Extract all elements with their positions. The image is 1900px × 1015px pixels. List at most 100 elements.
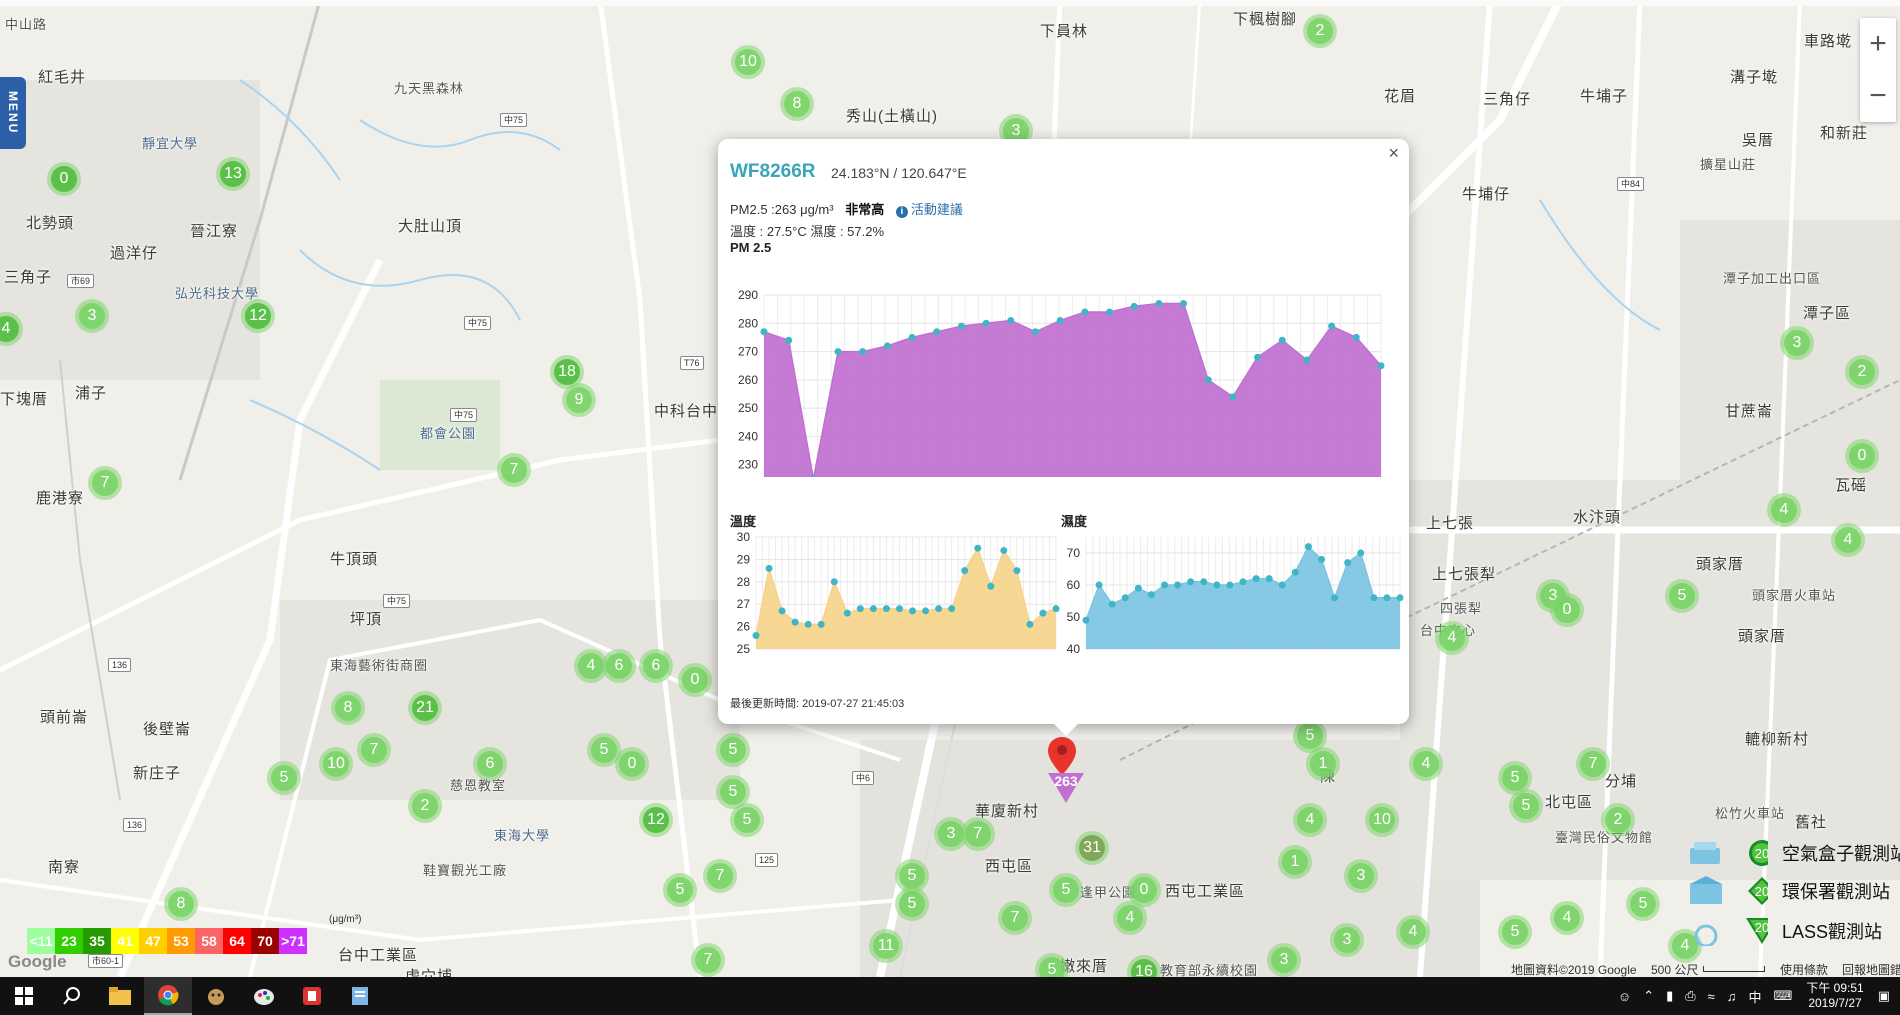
- paint-app-icon[interactable]: [240, 977, 288, 1015]
- zoom-in-button[interactable]: +: [1860, 18, 1896, 70]
- station-cluster[interactable]: 2: [1601, 803, 1635, 837]
- terms-link[interactable]: 使用條款: [1780, 961, 1828, 977]
- station-cluster[interactable]: 7: [357, 733, 391, 767]
- station-legend-epa[interactable]: 20 環保署觀測站: [1690, 876, 1890, 906]
- station-cluster[interactable]: 5: [1665, 579, 1699, 613]
- station-cluster[interactable]: 4: [1831, 523, 1865, 557]
- lass-station-icon: 20: [1694, 918, 1768, 946]
- station-legend-airbox[interactable]: 20 空氣盒子觀測站: [1690, 838, 1900, 868]
- station-cluster[interactable]: 13: [216, 157, 250, 191]
- station-cluster[interactable]: 7: [88, 466, 122, 500]
- station-cluster[interactable]: 7: [497, 453, 531, 487]
- station-cluster[interactable]: 3: [1267, 943, 1301, 977]
- station-cluster[interactable]: 1: [1306, 747, 1340, 781]
- station-cluster[interactable]: 0: [47, 162, 81, 196]
- station-cluster[interactable]: 10: [1365, 803, 1399, 837]
- windows-start-icon[interactable]: [0, 977, 48, 1015]
- app-icon-mascot[interactable]: [192, 977, 240, 1015]
- station-cluster[interactable]: 5: [1049, 873, 1083, 907]
- station-cluster[interactable]: 12: [639, 803, 673, 837]
- station-cluster[interactable]: 6: [602, 649, 636, 683]
- people-icon[interactable]: ☺: [1618, 989, 1631, 1004]
- battery-icon[interactable]: ▮: [1666, 988, 1673, 1004]
- station-cluster[interactable]: 4: [1767, 493, 1801, 527]
- station-cluster[interactable]: 8: [780, 87, 814, 121]
- cluster-count: 5: [1039, 957, 1065, 977]
- station-cluster[interactable]: 8: [331, 691, 365, 725]
- printer-icon[interactable]: ⎙: [1685, 988, 1695, 1004]
- chrome-icon[interactable]: [144, 977, 192, 1015]
- station-cluster[interactable]: 6: [473, 747, 507, 781]
- station-cluster[interactable]: 4: [1113, 901, 1147, 935]
- station-cluster[interactable]: 4: [1293, 803, 1327, 837]
- red-app-icon[interactable]: [288, 977, 336, 1015]
- station-cluster[interactable]: 0: [1845, 439, 1879, 473]
- station-cluster[interactable]: 5: [1509, 789, 1543, 823]
- lass-badge: 20: [1755, 920, 1768, 935]
- place-label: 大肚山頂: [398, 218, 463, 235]
- station-cluster[interactable]: 0: [615, 747, 649, 781]
- y-tick-label: 28: [737, 575, 751, 589]
- cluster-count: 4: [1117, 905, 1143, 931]
- notifications-icon[interactable]: ▣: [1878, 988, 1890, 1004]
- station-cluster[interactable]: 5: [895, 887, 929, 921]
- place-label: 和新莊: [1820, 125, 1869, 142]
- station-cluster[interactable]: 5: [1498, 915, 1532, 949]
- station-cluster[interactable]: 8: [164, 887, 198, 921]
- chevron-up-icon[interactable]: ⌃: [1643, 988, 1654, 1004]
- road-shield: 136: [123, 818, 147, 832]
- station-cluster[interactable]: 7: [961, 817, 995, 851]
- station-cluster[interactable]: 31: [1075, 831, 1109, 865]
- search-icon[interactable]: [48, 977, 96, 1015]
- network-icon[interactable]: ≈: [1708, 989, 1715, 1004]
- zoom-out-button[interactable]: −: [1860, 70, 1896, 122]
- station-cluster[interactable]: 5: [267, 761, 301, 795]
- station-cluster[interactable]: 0: [678, 663, 712, 697]
- station-cluster[interactable]: 5: [716, 733, 750, 767]
- notepad-app-icon[interactable]: [336, 977, 384, 1015]
- place-label: 甘蔗崙: [1725, 403, 1774, 420]
- station-cluster[interactable]: 3: [1344, 859, 1378, 893]
- station-cluster[interactable]: 4: [1550, 901, 1584, 935]
- station-cluster[interactable]: 4: [1435, 621, 1469, 655]
- cluster-count: 7: [501, 457, 527, 483]
- station-legend-lass[interactable]: 20 LASS觀測站: [1690, 916, 1882, 946]
- station-cluster[interactable]: 6: [639, 649, 673, 683]
- ime-indicator[interactable]: 中: [1749, 987, 1762, 1006]
- station-cluster[interactable]: 3: [1780, 326, 1814, 360]
- volume-icon[interactable]: ♫: [1727, 989, 1737, 1004]
- station-cluster[interactable]: 5: [1626, 887, 1660, 921]
- station-cluster[interactable]: 5: [663, 873, 697, 907]
- station-legend-label: 環保署觀測站: [1782, 882, 1890, 902]
- menu-button[interactable]: MENU: [0, 77, 26, 149]
- station-cluster[interactable]: 10: [319, 747, 353, 781]
- activity-advice-link[interactable]: i 活動建議: [895, 202, 963, 218]
- cluster-count: 4: [1554, 905, 1580, 931]
- station-cluster[interactable]: 12: [241, 299, 275, 333]
- station-cluster[interactable]: 10: [731, 45, 765, 79]
- station-cluster[interactable]: 2: [408, 789, 442, 823]
- station-cluster[interactable]: 11: [869, 929, 903, 963]
- station-cluster[interactable]: 4: [1396, 915, 1430, 949]
- station-cluster[interactable]: 7: [691, 943, 725, 977]
- station-cluster[interactable]: 3: [75, 299, 109, 333]
- station-cluster[interactable]: 7: [1576, 747, 1610, 781]
- station-cluster[interactable]: 2: [1303, 14, 1337, 48]
- station-cluster[interactable]: 7: [703, 859, 737, 893]
- station-cluster[interactable]: 2: [1845, 355, 1879, 389]
- close-popup-button[interactable]: ×: [1388, 143, 1399, 164]
- station-cluster[interactable]: 1: [1278, 845, 1312, 879]
- station-cluster[interactable]: 21: [408, 691, 442, 725]
- station-cluster[interactable]: 4: [1409, 747, 1443, 781]
- map-canvas[interactable]: 中山路 紅毛井 靜宜大學 北勢頭 晉江寮 過洋仔 三角子 弘光科技大學 浦子 下塊厝 鹿港寮 九天黑森…: [0, 0, 1900, 977]
- station-cluster[interactable]: 0: [1550, 593, 1584, 627]
- station-cluster[interactable]: 7: [998, 901, 1032, 935]
- station-cluster[interactable]: 5: [730, 803, 764, 837]
- taskbar-clock[interactable]: 下午 09:51 2019/7/27: [1806, 981, 1863, 1011]
- cluster-count: 2: [1849, 359, 1875, 385]
- station-cluster[interactable]: 3: [1330, 923, 1364, 957]
- report-map-error-link[interactable]: 回報地圖錯誤: [1842, 961, 1900, 977]
- station-cluster[interactable]: 9: [562, 383, 596, 417]
- keyboard-icon[interactable]: ⌨: [1774, 988, 1793, 1004]
- file-explorer-icon[interactable]: [96, 977, 144, 1015]
